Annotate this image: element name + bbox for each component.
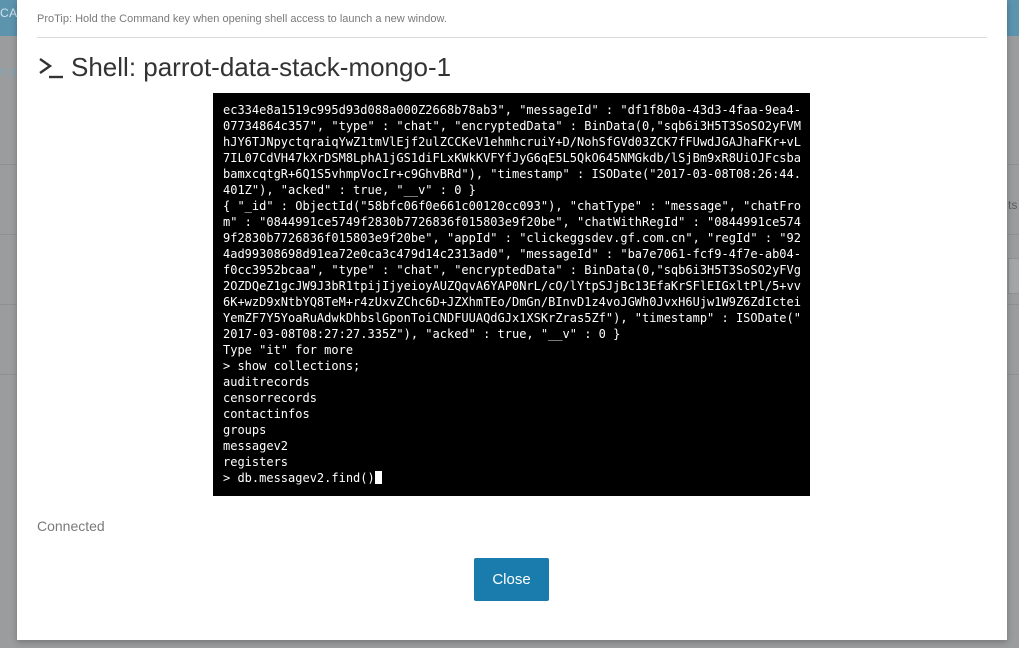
terminal-line: hJY6TJNpyctqraiqYwZ1tmVlEjf2ulZCCKeV1ehm…	[223, 135, 801, 149]
terminal-line: auditrecords	[223, 375, 310, 389]
shell-prompt-icon	[39, 58, 63, 79]
shell-modal: ProTip: Hold the Command key when openin…	[17, 0, 1007, 640]
terminal-line: m" : "0844991ce5749f2830b7726836f015803e…	[223, 215, 801, 229]
background-left-text: n p	[0, 64, 17, 78]
protip-divider	[37, 37, 987, 38]
modal-title: Shell: parrot-data-stack-mongo-1	[71, 51, 452, 82]
connection-status: Connected	[37, 518, 105, 534]
background-divider	[0, 374, 17, 375]
terminal-lines: ec334e8a1519c995d93d088a000Z2668b78ab3",…	[223, 102, 801, 470]
terminal-line: { "_id" : ObjectId("58bfc06f0e661c00120c…	[223, 199, 801, 213]
terminal-line: 2017-03-08T08:27:27.335Z"), "acked" : tr…	[223, 327, 621, 341]
terminal-line: f0cc3952bcaa", "type" : "chat", "encrypt…	[223, 263, 801, 277]
terminal-line: 4ad99308698d91ea72e0ca3c479d14c2313ad0",…	[223, 247, 801, 261]
background-divider	[0, 304, 17, 305]
background-divider	[1007, 234, 1019, 235]
terminal-line: 9f2830b7726836f015803e9f20be", "appId" :…	[223, 231, 801, 245]
terminal-prompt-text: > db.messagev2.find()	[223, 471, 375, 485]
terminal-line: 7IL07CdVH47kXrDSM8LphA1jGS1diFLxKWkKVFYf…	[223, 151, 801, 165]
terminal-line: ec334e8a1519c995d93d088a000Z2668b78ab3",…	[223, 103, 801, 117]
terminal-line: groups	[223, 423, 267, 437]
terminal-cursor	[374, 471, 382, 484]
protip-text: ProTip: Hold the Command key when openin…	[37, 13, 447, 25]
terminal-line: registers	[223, 455, 289, 469]
modal-title-row: Shell: parrot-data-stack-mongo-1	[37, 50, 451, 84]
background-right-text: ts	[1008, 198, 1018, 212]
terminal-prompt-line[interactable]: > db.messagev2.find()	[223, 470, 800, 486]
terminal-line: 2OZDQeZ1gcJW9J3bR1tpijIjyeioyAUZQqvA6YAP…	[223, 279, 801, 293]
background-divider	[1007, 304, 1019, 305]
terminal-line: contactinfos	[223, 407, 310, 421]
terminal-line: YemZF7Y5YoaRuAdwkDhbslGponToiCNDFUUAQdGJ…	[223, 311, 801, 325]
terminal-line: 401Z"), "acked" : true, "__v" : 0 }	[223, 183, 476, 197]
background-right-control	[1008, 258, 1019, 294]
background-divider	[0, 164, 17, 165]
terminal-line: censorrecords	[223, 391, 317, 405]
terminal-line: bamxcqtgR+6Q1S5vhmpVocIr+c9GhvBRd"), "ti…	[223, 167, 801, 181]
terminal-line: Type "it" for more	[223, 343, 354, 357]
terminal-output[interactable]: ec334e8a1519c995d93d088a000Z2668b78ab3",…	[213, 93, 810, 496]
background-divider	[1007, 374, 1019, 375]
terminal-line: 6K+wzD9xNtbYQ8TeM+r4zUxvZChc6D+JZXhmTEo/…	[223, 295, 801, 309]
background-divider	[0, 234, 17, 235]
terminal-line: messagev2	[223, 439, 289, 453]
close-button[interactable]: Close	[474, 558, 549, 601]
terminal-line: 07734864c357", "type" : "chat", "encrypt…	[223, 119, 801, 133]
background-divider	[1007, 164, 1019, 165]
terminal-line: > show collections;	[223, 359, 361, 373]
